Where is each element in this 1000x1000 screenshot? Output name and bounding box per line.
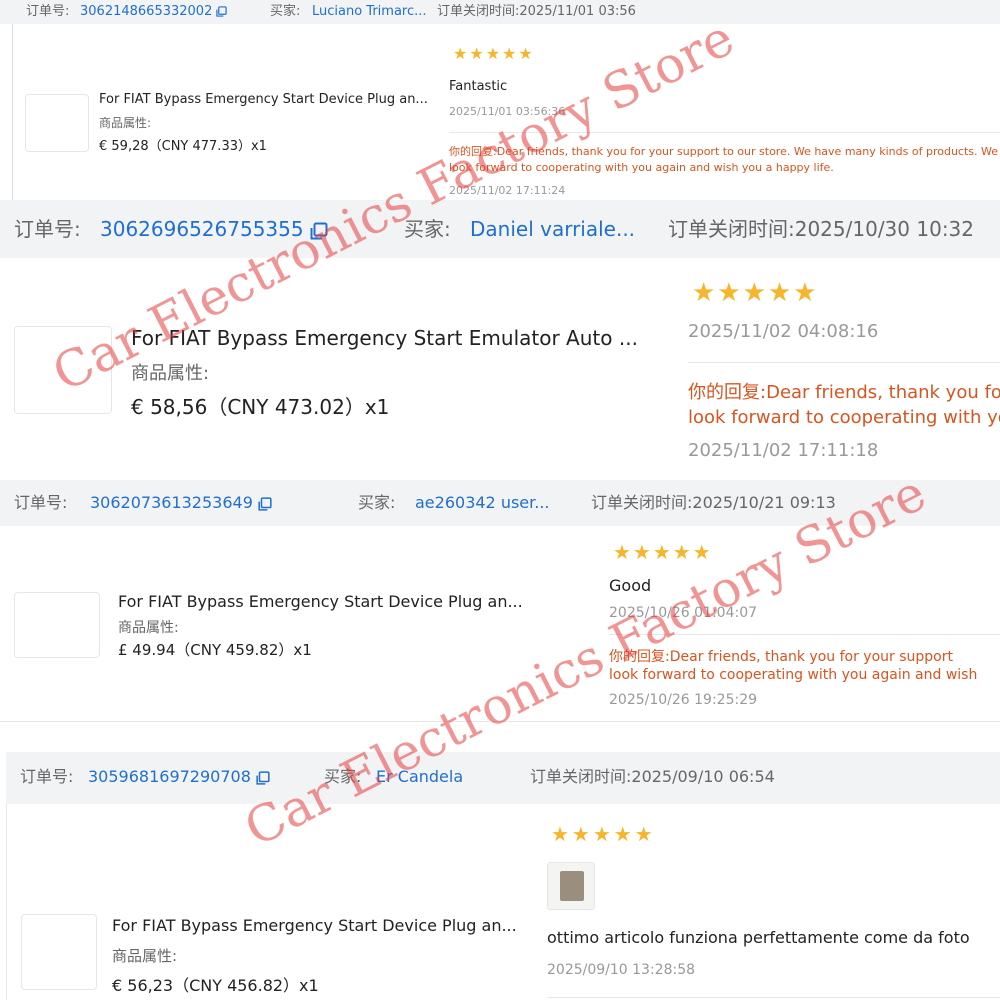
- close-time: 订单关闭时间:2025/10/30 10:32: [668, 217, 975, 241]
- order-number-link[interactable]: 3062148665332002: [80, 0, 228, 24]
- copy-icon[interactable]: [258, 496, 272, 511]
- close-time: 订单关闭时间:2025/09/10 06:54: [530, 767, 775, 786]
- order-header: 订单号: 3062073613253649 买家: ae260342 user.…: [0, 480, 1000, 526]
- order-card: For FIAT Bypass Emergency Start Emulator…: [0, 258, 1000, 480]
- review-text: ottimo articolo funziona perfettamente c…: [547, 928, 970, 947]
- order-number-label: 订单号:: [20, 767, 74, 786]
- review-date: 2025/11/01 03:56:36: [449, 105, 566, 118]
- buyer-link[interactable]: Daniel varriale...: [470, 200, 635, 258]
- product-title[interactable]: For FIAT Bypass Emergency Start Device P…: [112, 916, 517, 935]
- seller-reply: 你的回复:Dear friends, thank you fo look for…: [688, 380, 1000, 430]
- copy-icon[interactable]: [216, 6, 228, 17]
- reply-date: 2025/11/02 17:11:24: [449, 184, 566, 197]
- review-text: Fantastic: [449, 79, 508, 94]
- reply-label: 你的回复:: [609, 649, 670, 665]
- product-thumbnail[interactable]: [21, 914, 97, 990]
- product-thumbnail[interactable]: [14, 592, 100, 658]
- rating-stars: ★★★★★: [613, 540, 713, 564]
- product-attributes-label: 商品属性:: [118, 620, 179, 636]
- order-header: 订单号: 3062148665332002 买家: Luciano Trimar…: [0, 0, 1000, 24]
- product-title[interactable]: For FIAT Bypass Emergency Start Device P…: [99, 92, 428, 107]
- reply-text: Dear friends, thank you fo: [766, 382, 1000, 403]
- rating-stars: ★★★★★: [551, 822, 656, 846]
- order-number-label: 订单号:: [14, 217, 81, 241]
- product-price: € 59,28（CNY 477.33）x1: [99, 139, 267, 154]
- review-date: 2025/09/10 13:28:58: [547, 962, 696, 978]
- reply-date: 2025/10/26 19:25:29: [609, 692, 758, 708]
- order-card: For FIAT Bypass Emergency Start Device P…: [0, 526, 1000, 722]
- order-number-label: 订单号:: [26, 4, 70, 19]
- product-title[interactable]: For FIAT Bypass Emergency Start Emulator…: [131, 326, 638, 350]
- order-number-label: 订单号:: [14, 493, 68, 512]
- reply-text: Dear friends, thank you for your support…: [449, 145, 998, 174]
- seller-reply: 你的回复:Dear friends, thank you for your su…: [449, 144, 1000, 176]
- close-time: 订单关闭时间:2025/10/21 09:13: [591, 493, 836, 512]
- product-price: € 56,23（CNY 456.82）x1: [112, 976, 319, 995]
- review-date: 2025/11/02 04:08:16: [688, 321, 879, 342]
- order-header: 订单号: 3062696526755355 买家: Daniel varrial…: [0, 200, 1000, 258]
- divider: [547, 997, 1000, 998]
- product-thumbnail[interactable]: [25, 94, 89, 152]
- seller-reply: 你的回复:Dear friends, thank you for your su…: [609, 648, 1000, 684]
- order-header: 订单号: 3059681697290708 买家: Er Candela 订单关…: [6, 752, 1000, 804]
- product-attributes-label: 商品属性:: [99, 116, 152, 130]
- review-photo[interactable]: [547, 862, 595, 910]
- reply-date: 2025/11/02 17:11:18: [688, 440, 879, 461]
- reply-label: 你的回复:: [449, 145, 497, 158]
- buyer-link[interactable]: Er Candela: [376, 752, 463, 802]
- divider: [688, 362, 1000, 363]
- product-price: £ 49.94（CNY 459.82）x1: [118, 641, 312, 659]
- rating-stars: ★★★★★: [453, 44, 535, 63]
- buyer-label: 买家:: [324, 767, 362, 786]
- buyer-label: 买家:: [358, 493, 396, 512]
- order-card: For FIAT Bypass Emergency Start Device P…: [12, 24, 1000, 200]
- product-title[interactable]: For FIAT Bypass Emergency Start Device P…: [118, 592, 523, 611]
- copy-icon[interactable]: [256, 770, 270, 785]
- reply-label: 你的回复:: [688, 382, 767, 403]
- order-number-link[interactable]: 3059681697290708: [88, 752, 270, 802]
- reply-text: Dear friends, thank you for your support: [669, 649, 953, 665]
- rating-stars: ★★★★★: [692, 278, 819, 308]
- divider: [609, 634, 1000, 635]
- close-time: 订单关闭时间:2025/11/01 03:56: [437, 4, 636, 19]
- reply-text: look forward to cooperating with you: [688, 407, 1000, 428]
- review-date: 2025/10/26 01:04:07: [609, 605, 758, 621]
- product-price: € 58,56（CNY 473.02）x1: [131, 395, 390, 419]
- copy-icon[interactable]: [310, 222, 328, 240]
- product-attributes-label: 商品属性:: [131, 363, 210, 384]
- order-number-link[interactable]: 3062073613253649: [90, 480, 272, 526]
- order-card: For FIAT Bypass Emergency Start Device P…: [6, 804, 1000, 1000]
- buyer-link[interactable]: Luciano Trimarc...: [312, 0, 427, 24]
- divider: [449, 132, 1000, 133]
- buyer-label: 买家:: [270, 4, 301, 19]
- product-thumbnail[interactable]: [14, 326, 112, 414]
- buyer-label: 买家:: [404, 217, 451, 241]
- review-text: Good: [609, 576, 652, 595]
- order-number-link[interactable]: 3062696526755355: [100, 200, 328, 258]
- reply-text: look forward to cooperating with you aga…: [609, 667, 978, 683]
- product-attributes-label: 商品属性:: [112, 947, 178, 965]
- buyer-link[interactable]: ae260342 user...: [415, 480, 550, 526]
- photo-image: [560, 871, 584, 901]
